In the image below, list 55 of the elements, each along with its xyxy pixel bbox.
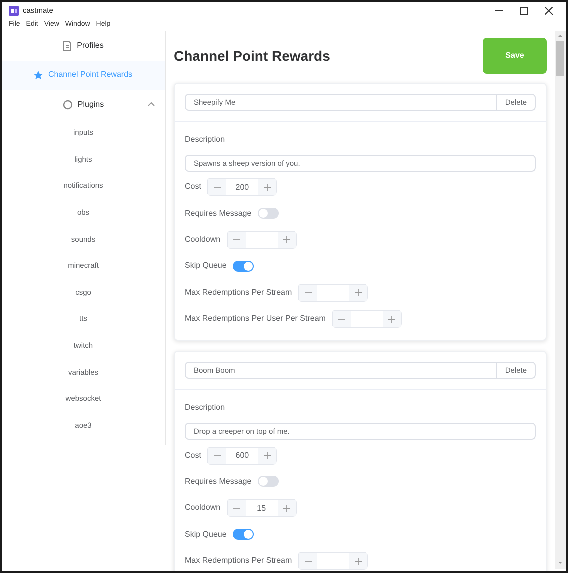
description-label: Description [185, 134, 226, 146]
plus-button[interactable] [349, 553, 368, 570]
plus-icon [354, 289, 362, 296]
app-logo-icon [9, 6, 19, 16]
plus-button[interactable] [278, 500, 296, 516]
minus-button[interactable] [228, 232, 246, 248]
document-icon [63, 40, 72, 51]
toggle-switch[interactable] [232, 529, 254, 540]
plus-button[interactable] [258, 179, 276, 196]
plus-icon [264, 184, 271, 191]
number-stepper[interactable] [298, 284, 368, 302]
number-stepper[interactable]: 600 [207, 446, 278, 465]
sidebar-item[interactable]: Profiles [2, 31, 165, 60]
plus-button[interactable] [258, 448, 276, 464]
field-label: Skip Queue [185, 528, 227, 541]
number-stepper[interactable] [332, 310, 402, 328]
page-title: Channel Point Rewards [174, 46, 330, 66]
close-icon[interactable] [545, 6, 553, 14]
plus-button[interactable] [382, 311, 401, 328]
description-label: Description [185, 402, 226, 414]
plus-icon [388, 316, 396, 323]
star-icon [34, 70, 44, 80]
minus-button[interactable] [299, 553, 318, 570]
minus-button[interactable] [299, 284, 318, 301]
field-label: Cost [185, 181, 202, 194]
minus-button[interactable] [228, 500, 246, 516]
minus-button[interactable] [208, 179, 226, 196]
field-label: Max Redemptions Per Stream [185, 555, 292, 568]
number-stepper[interactable] [226, 230, 297, 249]
plus-icon [264, 452, 271, 460]
number-stepper[interactable] [298, 552, 368, 570]
scrollbar-drawing[interactable] [555, 31, 566, 569]
plus-icon [283, 504, 290, 512]
minus-button[interactable] [332, 311, 351, 328]
circle-icon [62, 100, 73, 110]
toggle-switch[interactable] [258, 208, 279, 220]
field-label: Max Redemptions Per Stream [185, 286, 292, 299]
field-label: Requires Message [185, 476, 252, 488]
toggle-switch[interactable] [232, 260, 254, 272]
field-label: Cooldown [185, 502, 221, 514]
toggle-switch[interactable] [258, 476, 279, 488]
maximize-icon[interactable] [520, 6, 528, 14]
field-label: Requires Message [185, 208, 252, 220]
sidebar-item[interactable]: Plugins [2, 90, 165, 120]
minus-button[interactable] [208, 448, 226, 464]
field-label: Max Redemptions Per User Per Stream [185, 313, 326, 326]
plus-button[interactable] [349, 284, 368, 301]
plus-icon [354, 558, 362, 565]
number-stepper[interactable]: 15 [226, 499, 297, 518]
field-label: Cost [185, 450, 202, 462]
plus-button[interactable] [278, 232, 296, 248]
field-label: Cooldown [185, 234, 221, 246]
plus-icon [283, 236, 290, 244]
field-label: Skip Queue [185, 260, 227, 272]
number-stepper[interactable]: 200 [207, 178, 278, 196]
